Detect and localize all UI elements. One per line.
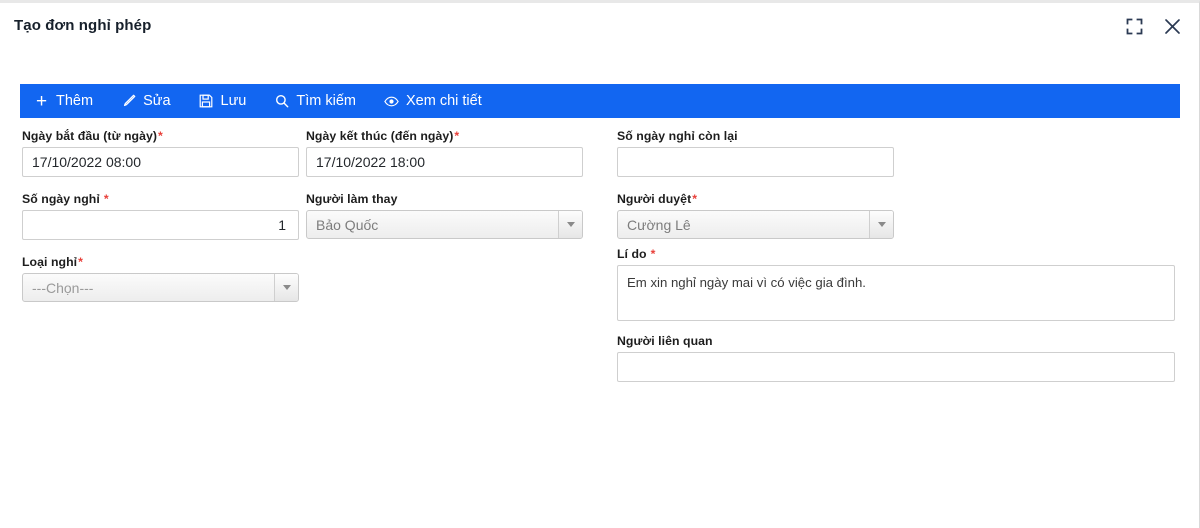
leave-days-input[interactable] bbox=[22, 210, 299, 240]
field-end-date: Ngày kết thúc (đến ngày)* bbox=[306, 129, 583, 177]
close-icon[interactable] bbox=[1161, 15, 1183, 37]
required-marker: * bbox=[650, 247, 656, 261]
required-marker: * bbox=[454, 129, 460, 143]
search-button-label: Tìm kiếm bbox=[296, 93, 356, 109]
end-date-input[interactable] bbox=[306, 147, 583, 177]
approver-select-value: Cường Lê bbox=[627, 216, 691, 233]
leave-request-dialog: Tạo đơn nghỉ phép + Thêm Sửa Lưu Tìm kiế… bbox=[0, 0, 1200, 528]
view-detail-button-label: Xem chi tiết bbox=[405, 93, 482, 109]
reason-textarea[interactable]: Em xin nghỉ ngày mai vì có việc gia đình… bbox=[617, 265, 1175, 321]
approver-label: Người duyệt* bbox=[617, 192, 698, 206]
field-approver: Người duyệt* Cường Lê bbox=[617, 192, 894, 239]
leave-type-label: Loại nghỉ* bbox=[22, 255, 83, 269]
eye-icon bbox=[384, 94, 399, 109]
plus-icon: + bbox=[35, 90, 48, 112]
pencil-icon bbox=[121, 94, 136, 109]
search-icon bbox=[274, 94, 289, 109]
dialog-header: Tạo đơn nghỉ phép bbox=[0, 3, 1199, 53]
search-button[interactable]: Tìm kiếm bbox=[274, 93, 356, 109]
required-marker: * bbox=[692, 192, 698, 206]
start-date-label: Ngày bắt đầu (từ ngày)* bbox=[22, 129, 163, 143]
related-people-label: Người liên quan bbox=[617, 334, 713, 348]
action-toolbar: + Thêm Sửa Lưu Tìm kiếm Xem chi tiết bbox=[20, 84, 1180, 118]
leave-type-select-value: ---Chọn--- bbox=[32, 279, 94, 296]
add-button[interactable]: + Thêm bbox=[34, 90, 94, 112]
header-actions bbox=[1123, 15, 1183, 37]
fullscreen-icon[interactable] bbox=[1123, 15, 1145, 37]
end-date-label: Ngày kết thúc (đến ngày)* bbox=[306, 129, 460, 143]
substitute-select-value: Bảo Quốc bbox=[316, 216, 379, 233]
field-related-people: Người liên quan bbox=[617, 334, 1175, 382]
required-marker: * bbox=[78, 255, 83, 269]
leave-days-label: Số ngày nghỉ * bbox=[22, 192, 109, 206]
field-leave-type: Loại nghỉ* ---Chọn--- bbox=[22, 255, 299, 302]
chevron-down-icon[interactable] bbox=[274, 274, 298, 301]
required-marker: * bbox=[103, 192, 109, 206]
add-button-label: Thêm bbox=[56, 93, 94, 109]
related-people-input[interactable] bbox=[617, 352, 1175, 382]
approver-select[interactable]: Cường Lê bbox=[617, 210, 894, 239]
remaining-days-label: Số ngày nghỉ còn lại bbox=[617, 129, 738, 143]
field-leave-days: Số ngày nghỉ * bbox=[22, 192, 299, 240]
chevron-down-icon[interactable] bbox=[869, 211, 893, 238]
chevron-down-icon[interactable] bbox=[558, 211, 582, 238]
remaining-days-input[interactable] bbox=[617, 147, 894, 177]
substitute-label: Người làm thay bbox=[306, 192, 398, 206]
edit-button[interactable]: Sửa bbox=[121, 93, 171, 109]
field-substitute: Người làm thay Bảo Quốc bbox=[306, 192, 583, 239]
field-start-date: Ngày bắt đầu (từ ngày)* bbox=[22, 129, 299, 177]
field-remaining-days: Số ngày nghỉ còn lại bbox=[617, 129, 894, 177]
save-button[interactable]: Lưu bbox=[199, 93, 247, 109]
save-button-label: Lưu bbox=[220, 93, 247, 109]
field-reason: Lí do * Em xin nghỉ ngày mai vì có việc g… bbox=[617, 247, 1175, 326]
leave-type-select[interactable]: ---Chọn--- bbox=[22, 273, 299, 302]
reason-label: Lí do * bbox=[617, 247, 656, 261]
page-title: Tạo đơn nghỉ phép bbox=[14, 17, 152, 34]
save-icon bbox=[199, 94, 214, 109]
required-marker: * bbox=[158, 129, 163, 143]
edit-button-label: Sửa bbox=[143, 93, 171, 109]
substitute-select[interactable]: Bảo Quốc bbox=[306, 210, 583, 239]
view-detail-button[interactable]: Xem chi tiết bbox=[384, 93, 482, 109]
start-date-input[interactable] bbox=[22, 147, 299, 177]
